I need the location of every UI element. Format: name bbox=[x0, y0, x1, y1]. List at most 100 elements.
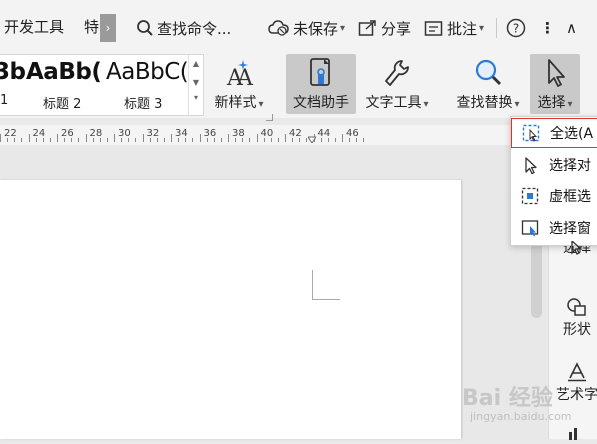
menu-item-select-all[interactable]: 全选(A bbox=[511, 118, 597, 148]
ruler-tick bbox=[213, 138, 215, 142]
top-tab-bar: 开发工具 特 › 查找命令... 未保存 ▾ 分享 批注 ▾ ? ⋮ ∧ bbox=[0, 0, 597, 52]
ruler-tick bbox=[228, 134, 229, 142]
new-style-icon: AA bbox=[226, 60, 254, 89]
ruler-tick bbox=[249, 138, 251, 142]
select-label: 选择 ▾ bbox=[537, 95, 573, 111]
text-tools-button[interactable]: 文字工具 ▾ bbox=[360, 54, 434, 114]
document-page[interactable] bbox=[0, 180, 461, 439]
comment-label: 批注 bbox=[447, 19, 478, 38]
doc-assistant-label: 文档助手 bbox=[293, 95, 349, 111]
ruler-tick bbox=[0, 134, 1, 142]
ruler-tick bbox=[121, 138, 123, 142]
ruler-tick bbox=[334, 138, 336, 142]
ruler-tick bbox=[171, 134, 172, 142]
dialog-launcher-icon[interactable] bbox=[266, 114, 273, 121]
ruler-tick bbox=[156, 138, 158, 142]
ruler-tick bbox=[42, 138, 44, 142]
ruler-tick bbox=[342, 134, 343, 142]
ruler-tick bbox=[256, 134, 258, 142]
chevron-right-icon: › bbox=[105, 21, 111, 35]
horizontal-ruler[interactable]: 22 24 26 28 30 32 34 36 38 40 42 44 46 bbox=[0, 125, 510, 145]
more-menu-button[interactable]: ⋮ bbox=[540, 14, 555, 42]
ruler-tick bbox=[199, 134, 201, 142]
help-button[interactable]: ? bbox=[506, 14, 529, 42]
ruler-tick bbox=[149, 138, 151, 142]
tab-developer-tools[interactable]: 开发工具 bbox=[4, 16, 64, 37]
menu-item-marquee-select[interactable]: 虚框选 bbox=[511, 181, 597, 211]
tab-scroll-right-button[interactable]: › bbox=[100, 14, 116, 42]
new-style-button[interactable]: AA 新样式 ▾ bbox=[208, 54, 270, 114]
ruler-tick bbox=[242, 138, 244, 142]
ruler-tick bbox=[192, 138, 194, 142]
ruler-tick bbox=[235, 138, 237, 142]
ruler-tick bbox=[78, 138, 80, 142]
ruler-tick bbox=[163, 138, 165, 142]
menu-item-select-object-label: 选择对 bbox=[549, 158, 591, 174]
comment-button[interactable]: 批注 ▾ bbox=[424, 14, 484, 42]
watermark-logo: Bai 经验 bbox=[462, 386, 553, 411]
svg-text:?: ? bbox=[513, 22, 519, 36]
ruler-tick bbox=[92, 138, 94, 142]
ruler-tick bbox=[270, 138, 272, 142]
style-gallery: 3b 1 AaBb( 标题 2 AaBbC( 标题 3 bbox=[0, 54, 204, 116]
menu-item-marquee-select-label: 虚框选 bbox=[549, 189, 591, 205]
ruler-tick bbox=[220, 138, 222, 142]
select-button[interactable]: 选择 ▾ bbox=[530, 54, 580, 114]
ribbon-toolbar: 3b 1 AaBb( 标题 2 AaBbC( 标题 3 ▲ ▼ ▾ AA 新样式… bbox=[0, 52, 597, 121]
style-label-heading-2: 标题 2 bbox=[43, 97, 82, 112]
shapes-icon bbox=[567, 298, 586, 316]
margin-corner-mark bbox=[312, 299, 340, 300]
ruler-tick bbox=[178, 138, 180, 142]
tab-special[interactable]: 特 bbox=[84, 16, 99, 37]
unsaved-status-button[interactable]: 未保存 ▾ bbox=[268, 14, 345, 42]
magnifier-icon bbox=[475, 59, 502, 86]
doc-assistant-icon bbox=[310, 58, 330, 86]
gallery-expand-icon[interactable]: ▾ bbox=[189, 93, 203, 102]
indent-marker-icon[interactable] bbox=[307, 127, 317, 144]
ruler-tick bbox=[114, 134, 115, 142]
ruler-tick bbox=[356, 138, 358, 142]
ruler-tick bbox=[263, 138, 265, 142]
style-sample-heading-3[interactable]: AaBbC( bbox=[106, 59, 189, 85]
ruler-tick bbox=[135, 138, 137, 142]
caret-down-icon: ▾ bbox=[340, 22, 346, 34]
ruler-tick bbox=[285, 134, 286, 142]
marquee-select-icon bbox=[521, 187, 539, 205]
side-wordart-button[interactable]: 艺术字 bbox=[547, 362, 597, 404]
side-shapes-button[interactable]: 形状 bbox=[547, 297, 597, 339]
ruler-tick bbox=[206, 138, 208, 142]
ruler-tick bbox=[327, 138, 329, 142]
ruler-tick bbox=[21, 138, 23, 142]
search-command-button[interactable]: 查找命令... bbox=[136, 14, 231, 42]
divider bbox=[496, 18, 497, 38]
style-sample-1[interactable]: 3b bbox=[0, 59, 26, 85]
chart-icon[interactable] bbox=[567, 425, 583, 444]
menu-item-selection-pane-label: 选择窗 bbox=[549, 221, 591, 237]
caret-down-icon: ▾ bbox=[479, 22, 485, 34]
unsaved-label: 未保存 bbox=[293, 19, 339, 38]
ruler-tick bbox=[57, 134, 58, 142]
watermark-url: jingyan.baidu.com bbox=[470, 410, 572, 423]
cloud-unsaved-icon bbox=[268, 20, 289, 36]
scroll-thumb[interactable] bbox=[531, 238, 542, 318]
find-replace-button[interactable]: 查找替换 ▾ bbox=[450, 54, 526, 114]
scroll-up-icon[interactable]: ▲ bbox=[189, 59, 203, 68]
style-sample-heading-2[interactable]: AaBb( bbox=[26, 59, 102, 85]
search-icon bbox=[137, 20, 153, 36]
doc-assistant-button[interactable]: 文档助手 bbox=[286, 54, 356, 114]
style-gallery-scroll[interactable]: ▲ ▼ ▾ bbox=[188, 54, 203, 116]
ruler-tick bbox=[28, 134, 30, 142]
collapse-ribbon-button[interactable]: ∧ bbox=[566, 14, 577, 42]
text-tools-label: 文字工具 ▾ bbox=[365, 95, 429, 111]
cursor-icon bbox=[548, 59, 565, 87]
share-button[interactable]: 分享 bbox=[358, 14, 411, 42]
ruler-tick bbox=[99, 138, 101, 142]
ruler-tick bbox=[49, 138, 51, 142]
wrench-icon bbox=[385, 60, 409, 86]
scroll-down-icon[interactable]: ▼ bbox=[189, 78, 203, 87]
side-shapes-label: 形状 bbox=[563, 322, 591, 338]
menu-item-selection-pane[interactable]: 选择窗 bbox=[511, 213, 597, 243]
menu-item-select-object[interactable]: 选择对 bbox=[511, 150, 597, 180]
share-label: 分享 bbox=[381, 19, 412, 38]
ruler-tick bbox=[85, 134, 87, 142]
